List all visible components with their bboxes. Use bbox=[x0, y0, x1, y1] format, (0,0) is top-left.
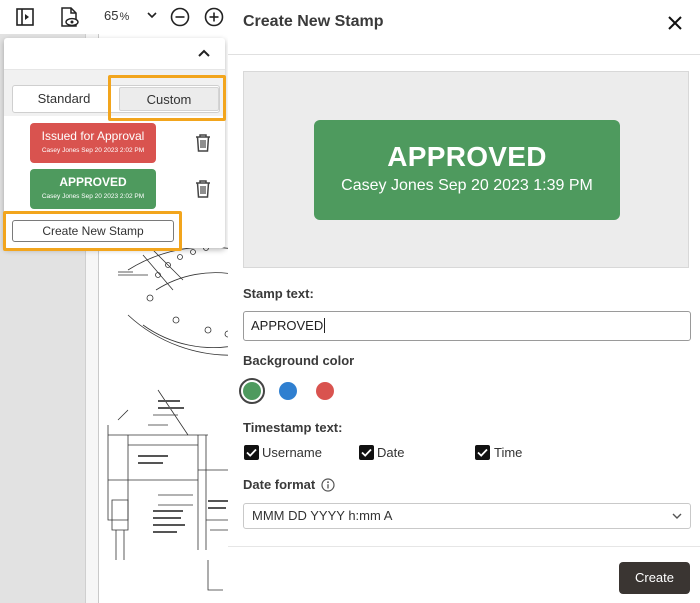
close-icon[interactable] bbox=[668, 16, 682, 30]
create-stamp-dialog: Create New Stamp APPROVED Casey Jones Se… bbox=[228, 0, 700, 603]
zoom-dropdown-chevron-icon[interactable] bbox=[146, 9, 158, 21]
color-swatch-green[interactable] bbox=[243, 382, 261, 400]
username-option-label: Username bbox=[262, 445, 322, 460]
zoom-level[interactable]: 65% bbox=[104, 8, 129, 23]
viewer-toolbar: 65% bbox=[0, 0, 228, 34]
stamp-preview: APPROVED Casey Jones Sep 20 2023 1:39 PM bbox=[314, 120, 620, 220]
sidebar-toggle-icon[interactable] bbox=[14, 6, 36, 28]
create-button[interactable]: Create bbox=[619, 562, 690, 594]
stamp-item-meta: Casey Jones Sep 20 2023 2:02 PM bbox=[41, 147, 145, 154]
background-color-label: Background color bbox=[243, 353, 355, 368]
custom-stamp-issued-for-approval[interactable]: Issued for Approval Casey Jones Sep 20 2… bbox=[30, 123, 156, 163]
stamp-preview-area: APPROVED Casey Jones Sep 20 2023 1:39 PM bbox=[243, 71, 689, 268]
stamp-text-label: Stamp text: bbox=[243, 286, 314, 301]
username-checkbox[interactable] bbox=[244, 445, 259, 460]
date-checkbox[interactable] bbox=[359, 445, 374, 460]
stamp-item-text: APPROVED bbox=[59, 175, 127, 189]
delete-stamp-trash-icon[interactable] bbox=[194, 179, 212, 199]
color-swatch-red[interactable] bbox=[316, 382, 334, 400]
date-option-label: Date bbox=[377, 445, 405, 460]
zoom-out-icon[interactable] bbox=[169, 6, 191, 28]
custom-tab-highlight bbox=[108, 75, 226, 121]
stamp-preview-meta: Casey Jones Sep 20 2023 1:39 PM bbox=[341, 177, 593, 194]
date-format-select[interactable]: MMM DD YYYY h:mm A bbox=[243, 503, 691, 529]
collapse-chevron-up-icon[interactable] bbox=[197, 48, 211, 58]
view-document-icon[interactable] bbox=[58, 6, 80, 28]
dialog-title: Create New Stamp bbox=[243, 13, 384, 30]
technical-drawing bbox=[107, 230, 228, 591]
custom-stamp-approved[interactable]: APPROVED Casey Jones Sep 20 2023 2:02 PM bbox=[30, 169, 156, 209]
stamp-preview-text: APPROVED bbox=[387, 141, 547, 172]
document-viewer: 65% Standard Custom Issued for Approval … bbox=[0, 0, 228, 603]
create-new-stamp-highlight bbox=[3, 211, 182, 251]
timestamp-text-label: Timestamp text: bbox=[243, 420, 343, 435]
zoom-in-icon[interactable] bbox=[203, 6, 225, 28]
chevron-down-icon bbox=[672, 513, 682, 519]
dialog-footer-divider bbox=[228, 546, 700, 547]
tab-standard[interactable]: Standard bbox=[13, 86, 115, 112]
stamp-item-meta: Casey Jones Sep 20 2023 2:02 PM bbox=[41, 193, 145, 200]
time-option-label: Time bbox=[494, 445, 523, 460]
info-icon[interactable] bbox=[321, 478, 335, 492]
dialog-header-divider bbox=[228, 54, 700, 55]
delete-stamp-trash-icon[interactable] bbox=[194, 133, 212, 153]
stamp-text-input[interactable]: APPROVED bbox=[243, 311, 691, 341]
color-swatch-blue[interactable] bbox=[279, 382, 297, 400]
time-checkbox[interactable] bbox=[475, 445, 490, 460]
stamp-panel-header bbox=[4, 38, 225, 70]
stamp-item-text: Issued for Approval bbox=[41, 129, 145, 143]
date-format-label: Date format bbox=[243, 477, 316, 492]
